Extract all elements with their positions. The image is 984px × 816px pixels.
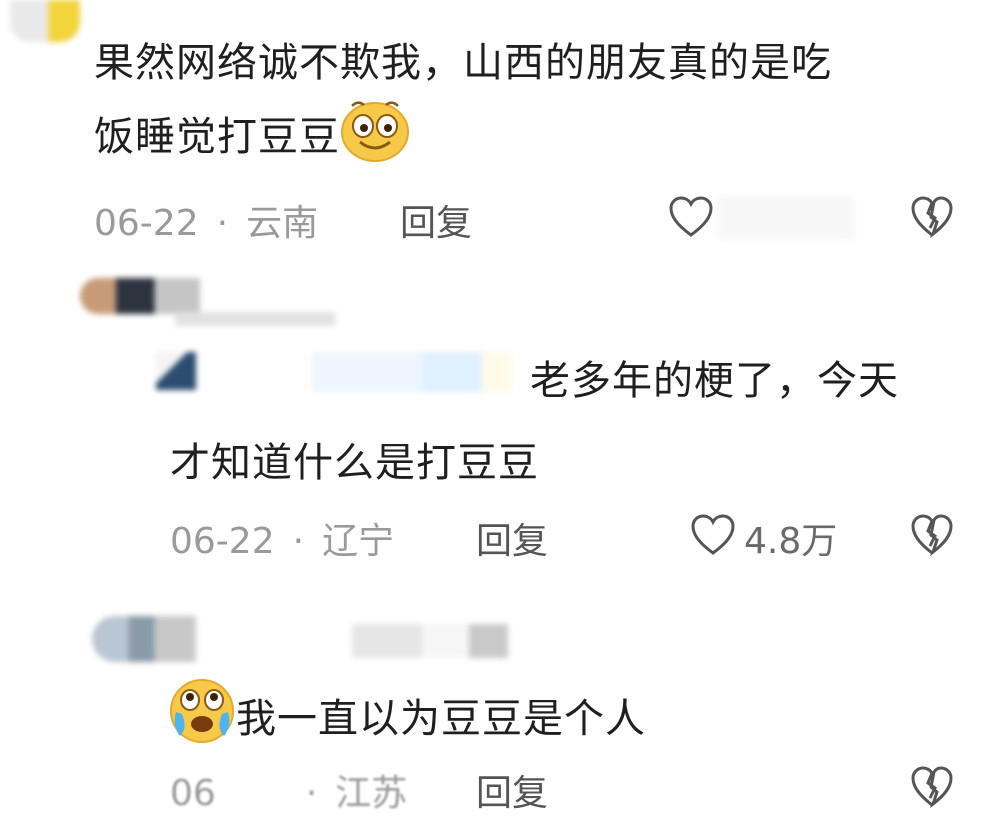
- comment-meta: 06-22 · 云南: [94, 203, 319, 244]
- like-count: 4.8万: [744, 521, 838, 562]
- smiling-face-emoji-icon: [340, 96, 410, 182]
- avatar[interactable]: [80, 278, 200, 314]
- dislike-icon[interactable]: [910, 766, 954, 812]
- comment-location: 云南: [246, 203, 319, 244]
- avatar[interactable]: [92, 616, 196, 662]
- comment-location: 辽宁: [322, 521, 395, 562]
- comment-text: 才知道什么是打豆豆: [170, 440, 539, 486]
- reply-button[interactable]: 回复: [476, 512, 548, 564]
- reply-button[interactable]: 回复: [476, 764, 548, 816]
- comment-text-line: 果然网络诚不欺我，山西的朋友真的是吃: [94, 40, 832, 86]
- dislike-icon[interactable]: [910, 514, 954, 560]
- reply-button[interactable]: 回复: [400, 194, 472, 246]
- comment-date: 06-22: [94, 203, 199, 244]
- like-icon[interactable]: [668, 196, 714, 242]
- comment-text: 我一直以为豆豆是个人: [168, 678, 646, 764]
- comment-text: 老多年的梗了，今天: [530, 358, 899, 404]
- dislike-icon[interactable]: [910, 196, 954, 242]
- like-icon[interactable]: [690, 514, 736, 560]
- like-count: [718, 196, 854, 240]
- reply-avatar[interactable]: [156, 352, 196, 390]
- username[interactable]: [352, 624, 508, 658]
- comment-text-line: 饭睡觉打豆豆: [94, 96, 974, 182]
- reply-username[interactable]: [312, 352, 512, 392]
- comment-meta: 06-22 · 辽宁: [170, 521, 395, 562]
- comment-meta: 06 · 江苏: [170, 773, 408, 814]
- crying-face-emoji-icon: [168, 678, 236, 764]
- comment-date: 06-22: [170, 521, 275, 562]
- avatar[interactable]: [10, 0, 80, 42]
- comment-text: 果然网络诚不欺我，山西的朋友真的是吃 饭睡觉打豆豆: [94, 30, 974, 182]
- username[interactable]: [175, 312, 335, 326]
